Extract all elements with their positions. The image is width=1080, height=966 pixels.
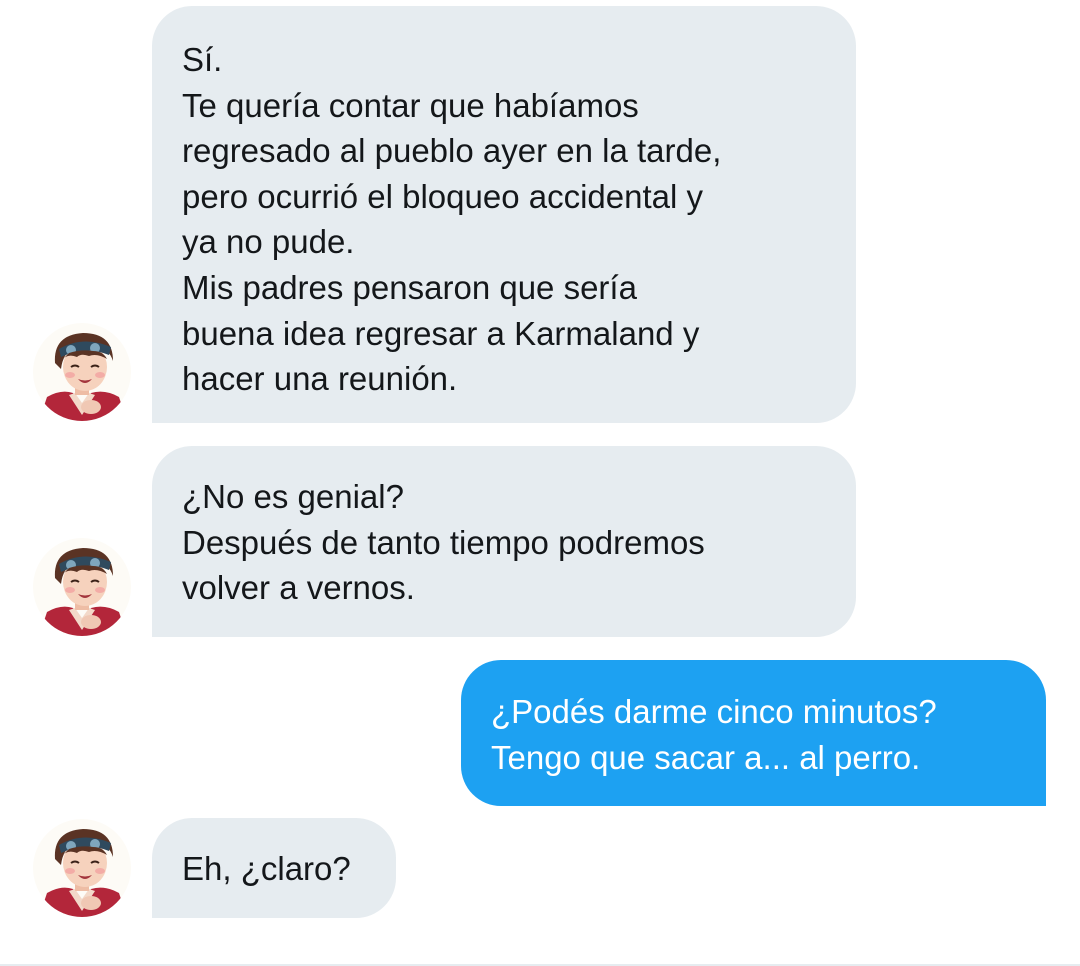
message-line: ¿No es genial? — [182, 478, 404, 515]
message-line: regresado al pueblo ayer en la tarde, — [182, 132, 722, 170]
message-line: pero ocurrió el bloqueo accidental y — [182, 177, 703, 215]
avatar-icon — [33, 538, 131, 636]
incoming-message-bubble[interactable]: Eh, ¿claro? — [152, 818, 396, 918]
message-line: Tengo que sacar a... al perro. — [491, 738, 921, 776]
message-line: Te quería contar que habíamos — [182, 86, 639, 124]
outgoing-message-bubble[interactable]: ¿Podés darme cinco minutos? Tengo que sa… — [461, 660, 1046, 806]
message-line: ya no pude. — [182, 223, 355, 261]
message-thread[interactable]: Sí. Te quería contar que habíamos regres… — [0, 0, 1080, 966]
contact-avatar[interactable] — [33, 323, 131, 421]
avatar-icon — [33, 819, 131, 917]
message-line: volver a vernos. — [182, 569, 415, 607]
message-line: hacer una reunión. — [182, 360, 458, 398]
message-line: buena idea regresar a Karmaland y — [182, 314, 700, 352]
message-line: Mis padres pensaron que sería — [182, 268, 637, 306]
message-line: Sí. — [182, 41, 223, 78]
message-line: Eh, ¿claro? — [182, 850, 351, 887]
incoming-message-bubble[interactable]: ¿No es genial? Después de tanto tiempo p… — [152, 446, 856, 637]
incoming-message-bubble[interactable]: Sí. Te quería contar que habíamos regres… — [152, 6, 856, 423]
contact-avatar[interactable] — [33, 538, 131, 636]
contact-avatar[interactable] — [33, 819, 131, 917]
message-line: Después de tanto tiempo podremos — [182, 523, 705, 561]
message-line: ¿Podés darme cinco minutos? — [491, 693, 937, 730]
avatar-icon — [33, 323, 131, 421]
